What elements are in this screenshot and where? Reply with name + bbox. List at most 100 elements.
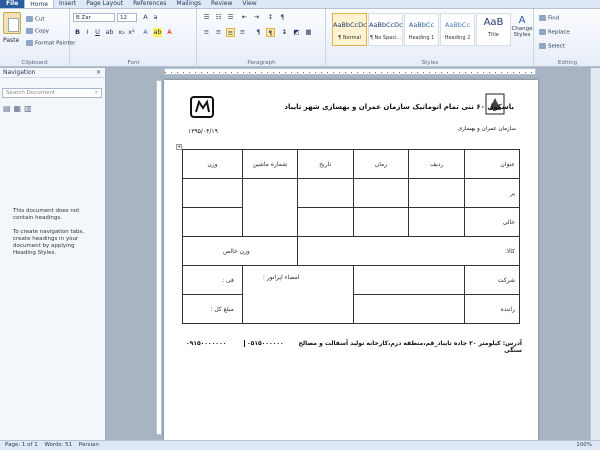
- table-cell[interactable]: [182, 207, 243, 237]
- align-left-icon[interactable]: ≡: [202, 28, 211, 37]
- tab-file[interactable]: File: [0, 0, 25, 8]
- word-count[interactable]: Words: 51: [44, 442, 72, 448]
- font-size-dropdown[interactable]: 12: [117, 13, 137, 22]
- table-cell[interactable]: [241, 178, 298, 237]
- header-time: زمان: [352, 149, 410, 179]
- horizontal-ruler[interactable]: [164, 68, 536, 75]
- styles-group: AaBbCcDc ¶ Normal AaBbCcDc ¶ No Spaci... A…: [327, 9, 534, 67]
- header-date: تاریخ: [296, 149, 354, 179]
- table-cell[interactable]: [296, 207, 354, 237]
- language-indicator[interactable]: Persian: [79, 442, 99, 448]
- header-plate: شماره ماشین: [241, 149, 298, 179]
- style-title[interactable]: AaB Title: [476, 13, 511, 46]
- strikethrough-icon[interactable]: ab: [105, 28, 114, 37]
- align-right-icon[interactable]: ≡: [226, 28, 235, 37]
- tab-view[interactable]: View: [237, 0, 261, 8]
- italic-icon[interactable]: I: [83, 28, 92, 37]
- table-cell[interactable]: [408, 178, 466, 208]
- superscript-icon[interactable]: x²: [127, 28, 136, 37]
- cut-button[interactable]: Cut: [26, 16, 44, 23]
- show-marks-icon[interactable]: ¶: [278, 13, 287, 22]
- table-cell[interactable]: [352, 178, 410, 208]
- tab-references[interactable]: References: [128, 0, 171, 8]
- line-spacing-icon[interactable]: ↨: [280, 28, 289, 37]
- weighbridge-form-table: عنوان ردیف زمان تاریخ شماره ماشین وزن پر…: [182, 149, 521, 324]
- search-icon[interactable]: ⌕: [95, 89, 98, 98]
- underline-icon[interactable]: U: [93, 28, 102, 37]
- header-row: ردیف: [408, 149, 466, 179]
- scissors-icon: [26, 16, 33, 22]
- ribbon: Paste Cut Copy Format Painter Clipboard …: [0, 9, 600, 67]
- copy-icon: [26, 28, 33, 34]
- style-heading-2[interactable]: AaBbCc Heading 2: [440, 13, 475, 46]
- ltr-icon[interactable]: ¶: [254, 28, 263, 37]
- search-input[interactable]: Search Document ⌕: [2, 88, 102, 98]
- multilevel-list-icon[interactable]: ☰: [226, 13, 235, 22]
- tab-home[interactable]: Home: [24, 0, 54, 8]
- tab-insert[interactable]: Insert: [54, 0, 81, 8]
- company-label: شرکت: [464, 265, 520, 295]
- address-text: آدرس: کیلومتر ۲۰ جاده تایباد_قم،منطقه در…: [298, 340, 522, 354]
- format-painter-button[interactable]: Format Painter: [26, 40, 75, 47]
- paste-button[interactable]: Paste: [3, 37, 19, 44]
- font-name-dropdown[interactable]: B Zar: [73, 13, 115, 22]
- net-weight-label: وزن خالص: [182, 236, 298, 266]
- sort-icon[interactable]: ↕: [266, 13, 275, 22]
- bullets-icon[interactable]: ☰: [202, 13, 211, 22]
- document-page[interactable]: باسکول ۶۰ تنی تمام اتوماتیک سازمان عمران…: [164, 80, 538, 440]
- driver-label: راننده: [464, 294, 520, 324]
- shrink-font-icon[interactable]: a: [151, 13, 160, 22]
- unit-price-label: فی :: [182, 265, 243, 295]
- navigation-view-tabs[interactable]: ▤▦▥: [3, 104, 35, 113]
- table-cell[interactable]: [352, 294, 466, 324]
- style-no-spacing[interactable]: AaBbCcDc ¶ No Spaci...: [368, 13, 403, 46]
- header-weight: وزن: [182, 149, 243, 179]
- style-normal[interactable]: AaBbCcDc ¶ Normal: [332, 13, 367, 46]
- bold-icon[interactable]: B: [73, 28, 82, 37]
- change-styles-button[interactable]: A Change Styles: [511, 15, 533, 38]
- copy-button[interactable]: Copy: [26, 28, 49, 35]
- table-cell[interactable]: [408, 207, 466, 237]
- tab-review[interactable]: Review: [206, 0, 237, 8]
- text-effects-icon[interactable]: A: [141, 28, 150, 37]
- clipboard-label: Clipboard: [21, 60, 48, 66]
- style-heading-1[interactable]: AaBbCc Heading 1: [404, 13, 439, 46]
- total-label: مبلغ کل :: [182, 294, 243, 324]
- paste-icon[interactable]: [3, 12, 21, 34]
- table-cell[interactable]: [352, 207, 410, 237]
- editing-group: Find Replace Select Editing: [535, 9, 600, 67]
- justify-icon[interactable]: ≡: [238, 28, 247, 37]
- navigation-title: Navigation: [3, 69, 36, 76]
- tab-page-layout[interactable]: Page Layout: [81, 0, 128, 8]
- zoom-level[interactable]: 100%: [576, 441, 592, 450]
- vertical-scrollbar[interactable]: [590, 68, 600, 440]
- replace-button[interactable]: Replace: [539, 29, 570, 36]
- borders-icon[interactable]: ▦: [304, 28, 313, 37]
- page-count[interactable]: Page: 1 of 1: [5, 442, 38, 448]
- close-icon[interactable]: ×: [96, 68, 101, 78]
- grow-font-icon[interactable]: A: [141, 13, 150, 22]
- subscript-icon[interactable]: x₂: [117, 28, 126, 37]
- select-button[interactable]: Select: [539, 43, 565, 50]
- table-cell[interactable]: [352, 265, 466, 295]
- row-full-label: پر: [464, 178, 520, 208]
- tab-mailings[interactable]: Mailings: [171, 0, 206, 8]
- decrease-indent-icon[interactable]: ⇤: [240, 13, 249, 22]
- find-button[interactable]: Find: [539, 15, 559, 22]
- align-center-icon[interactable]: ≡: [214, 28, 223, 37]
- paragraph-label: Paragraph: [247, 60, 276, 66]
- numbering-icon[interactable]: ☷: [214, 13, 223, 22]
- goods-label: کالا:: [296, 236, 521, 266]
- table-cell[interactable]: [182, 178, 243, 208]
- navigation-pane: Navigation × Search Document ⌕ ▤▦▥ This d…: [0, 68, 106, 440]
- highlight-icon[interactable]: ab: [153, 28, 162, 37]
- phone-1: ۰۵۱۵۰۰۰۰۰۰: [244, 340, 284, 347]
- phone-2: ۰۹۱۵۰۰۰۰۰۰۰: [186, 340, 227, 347]
- shading-icon[interactable]: ◩: [292, 28, 301, 37]
- replace-icon: [539, 29, 546, 35]
- font-color-icon[interactable]: A: [165, 28, 174, 37]
- rtl-icon[interactable]: ¶: [266, 28, 275, 37]
- increase-indent-icon[interactable]: ⇥: [252, 13, 261, 22]
- vertical-ruler[interactable]: [156, 80, 162, 435]
- table-cell[interactable]: [296, 178, 354, 208]
